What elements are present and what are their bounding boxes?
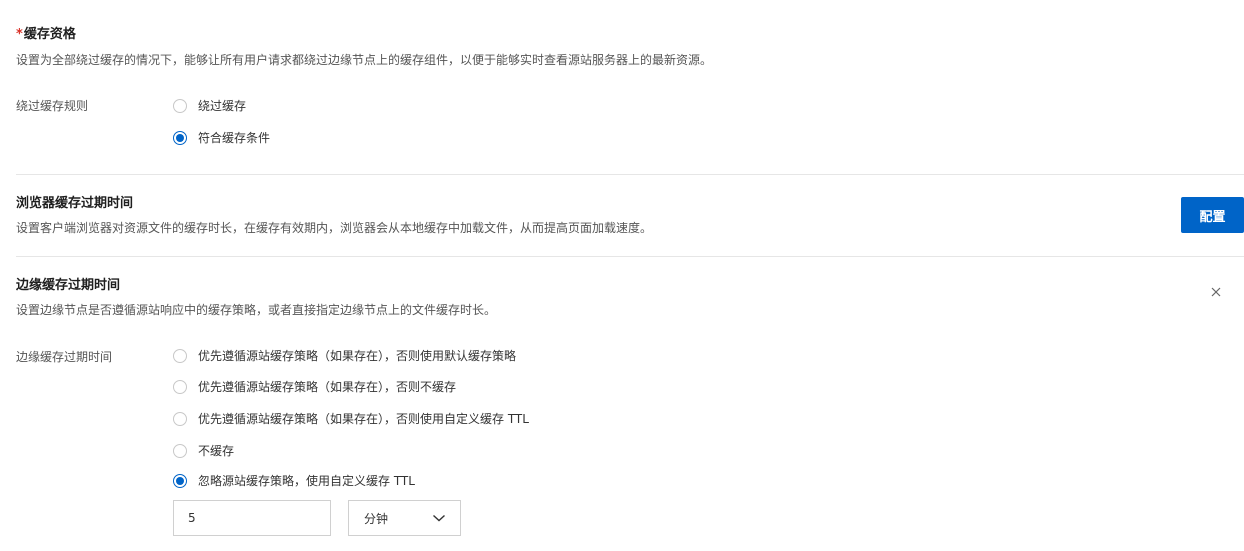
radio-button[interactable] [173,380,187,394]
required-mark: * [16,27,23,42]
radio-option-no-cache[interactable]: 不缓存 [173,442,234,460]
configure-button[interactable]: 配置 [1181,197,1244,233]
radio-button-checked[interactable] [173,131,187,145]
radio-option-origin-else-no-cache[interactable]: 优先遵循源站缓存策略（如果存在），否则不缓存 [173,378,456,396]
browser-cache-title: 浏览器缓存过期时间 [16,196,134,211]
radio-button[interactable] [173,99,187,113]
section-divider [16,256,1244,257]
radio-option-bypass-cache[interactable]: 绕过缓存 [173,97,246,115]
radio-option-label: 优先遵循源站缓存策略（如果存在），否则使用默认缓存策略 [198,349,517,363]
radio-button-checked[interactable] [173,474,187,488]
radio-option-label: 绕过缓存 [198,99,247,113]
radio-button[interactable] [173,444,187,458]
cache-eligibility-description: 设置为全部绕过缓存的情况下，能够让所有用户请求都绕过边缘节点上的缓存组件，以便于… [16,53,713,67]
cache-settings-page: *缓存资格 设置为全部绕过缓存的情况下，能够让所有用户请求都绕过边缘节点上的缓存… [0,0,1244,551]
ttl-unit-select[interactable]: 分钟 [348,500,461,536]
section-divider [16,174,1244,175]
radio-button[interactable] [173,349,187,363]
cache-eligibility-title-text: 缓存资格 [23,27,76,42]
close-icon[interactable] [1208,284,1224,300]
radio-option-label: 不缓存 [198,444,235,458]
radio-option-label: 符合缓存条件 [198,131,271,145]
edge-cache-description: 设置边缘节点是否遵循源站响应中的缓存策略，或者直接指定边缘节点上的文件缓存时长。 [16,303,497,317]
radio-option-label: 优先遵循源站缓存策略（如果存在），否则不缓存 [198,380,457,394]
radio-option-label: 忽略源站缓存策略，使用自定义缓存 TTL [198,474,415,488]
browser-cache-description: 设置客户端浏览器对资源文件的缓存时长，在缓存有效期内，浏览器会从本地缓存中加载文… [16,221,653,235]
radio-button[interactable] [173,412,187,426]
chevron-down-icon [433,514,445,522]
ttl-unit-selected-value: 分钟 [364,511,389,526]
edge-cache-ttl-label: 边缘缓存过期时间 [16,350,113,364]
edge-cache-title: 边缘缓存过期时间 [16,278,121,293]
radio-option-origin-else-default[interactable]: 优先遵循源站缓存策略（如果存在），否则使用默认缓存策略 [173,347,516,365]
bypass-cache-rule-label: 绕过缓存规则 [16,99,89,113]
radio-option-origin-else-custom-ttl[interactable]: 优先遵循源站缓存策略（如果存在），否则使用自定义缓存 TTL [173,410,529,428]
radio-option-ignore-origin-custom-ttl[interactable]: 忽略源站缓存策略，使用自定义缓存 TTL [173,472,415,490]
ttl-value-input[interactable] [173,500,331,536]
radio-option-eligible-for-cache[interactable]: 符合缓存条件 [173,129,270,147]
radio-option-label: 优先遵循源站缓存策略（如果存在），否则使用自定义缓存 TTL [198,412,529,426]
cache-eligibility-title: *缓存资格 [16,27,76,43]
